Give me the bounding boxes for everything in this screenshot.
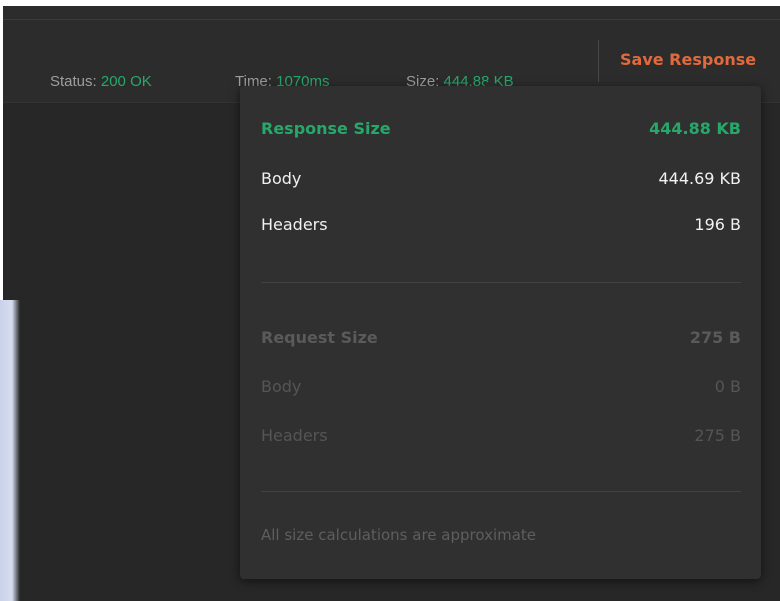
status-label: Status: [50, 73, 97, 90]
status-divider [598, 40, 599, 82]
response-body-value: 444.69 KB [658, 169, 741, 188]
request-body-label: Body [261, 377, 302, 396]
response-headers-value: 196 B [694, 215, 741, 234]
section-divider [261, 282, 741, 283]
request-headers-value: 275 B [694, 426, 741, 445]
response-pane: Status: 200 OK Time: 1070ms Size: 444.88… [0, 0, 780, 601]
response-size-total: 444.88 KB [649, 119, 741, 138]
request-size-row: Request Size 275 B [261, 326, 741, 350]
status-value: 200 OK [100, 73, 152, 90]
response-body-label: Body [261, 169, 302, 188]
request-size-title: Request Size [261, 328, 378, 347]
footer-divider [261, 491, 741, 492]
response-size-row: Response Size 444.88 KB [261, 117, 741, 141]
window-edge [0, 300, 20, 601]
approximation-note: All size calculations are approximate [261, 526, 537, 544]
size-popover: Response Size 444.88 KB Body 444.69 KB H… [240, 86, 761, 579]
status-meta: Status: 200 OK [50, 73, 152, 91]
top-strip [3, 6, 780, 20]
response-body-row: Body 444.69 KB [261, 167, 741, 191]
request-headers-label: Headers [261, 426, 328, 445]
request-headers-row: Headers 275 B [261, 424, 741, 448]
request-size-total: 275 B [689, 328, 741, 347]
response-headers-label: Headers [261, 215, 328, 234]
request-body-value: 0 B [714, 377, 741, 396]
response-size-title: Response Size [261, 119, 391, 138]
response-headers-row: Headers 196 B [261, 213, 741, 237]
request-body-row: Body 0 B [261, 375, 741, 399]
save-response-button[interactable]: Save Response [620, 50, 756, 69]
